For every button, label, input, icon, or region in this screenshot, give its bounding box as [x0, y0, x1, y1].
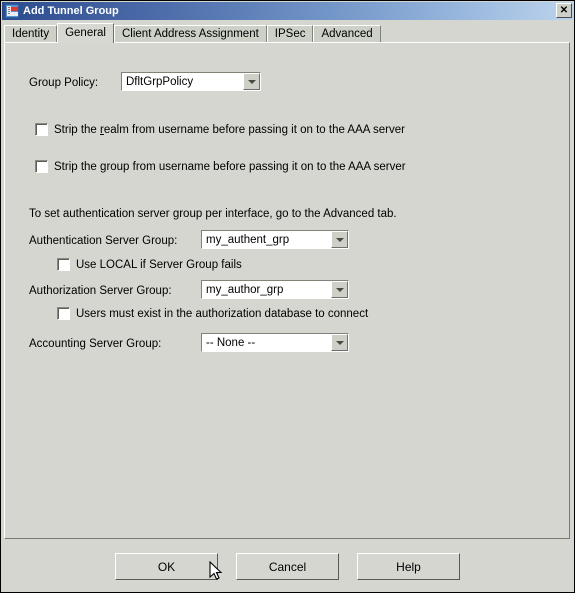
- authorization-server-group-dropdown[interactable]: my_author_grp: [201, 280, 349, 299]
- checkbox-box[interactable]: [57, 307, 70, 320]
- title-bar: Add Tunnel Group ✕: [2, 2, 574, 20]
- checkbox-box[interactable]: [35, 160, 48, 173]
- authorization-server-group-value: my_author_grp: [206, 283, 284, 296]
- authentication-server-group-dropdown[interactable]: my_authent_grp: [201, 230, 349, 249]
- chevron-down-icon[interactable]: [331, 231, 348, 248]
- advanced-tab-note: To set authentication server group per i…: [29, 208, 397, 220]
- strip-realm-checkbox[interactable]: Strip the realm from username before pas…: [35, 123, 405, 136]
- authentication-server-group-value: my_authent_grp: [206, 233, 290, 246]
- strip-group-label: Strip the group from username before pas…: [54, 161, 406, 173]
- checkbox-box[interactable]: [35, 123, 48, 136]
- authentication-server-group-label: Authentication Server Group:: [29, 235, 178, 247]
- strip-realm-label: Strip the realm from username before pas…: [54, 124, 405, 136]
- strip-group-label-pre: Strip the: [54, 160, 101, 173]
- strip-group-checkbox[interactable]: Strip the group from username before pas…: [35, 160, 406, 173]
- users-must-exist-label: Users must exist in the authorization da…: [76, 307, 369, 320]
- accounting-server-group-dropdown[interactable]: -- None --: [201, 333, 349, 352]
- checkbox-box[interactable]: [57, 258, 70, 271]
- chevron-down-icon[interactable]: [243, 73, 260, 90]
- use-local-checkbox[interactable]: Use LOCAL if Server Group fails: [57, 258, 242, 271]
- chevron-down-icon[interactable]: [331, 334, 348, 351]
- tab-bar: Identity General Client Address Assignme…: [4, 23, 570, 43]
- tunnel-group-icon: [5, 4, 19, 18]
- tab-client-address-assignment[interactable]: Client Address Assignment: [114, 25, 267, 43]
- tab-ipsec[interactable]: IPSec: [266, 25, 314, 43]
- tab-identity[interactable]: Identity: [4, 25, 58, 43]
- group-policy-dropdown[interactable]: DfltGrpPolicy: [121, 72, 261, 91]
- chevron-down-icon[interactable]: [331, 281, 348, 298]
- close-icon[interactable]: ✕: [556, 3, 572, 18]
- window-title: Add Tunnel Group: [23, 5, 119, 17]
- help-button[interactable]: Help: [357, 553, 460, 580]
- use-local-label: Use LOCAL if Server Group fails: [76, 258, 242, 271]
- strip-realm-label-post: ealm from username before passing it on …: [103, 123, 405, 136]
- ok-button[interactable]: OK: [115, 553, 218, 580]
- tab-general[interactable]: General: [57, 23, 114, 43]
- dialog-button-bar: OK Cancel Help: [1, 546, 574, 592]
- group-policy-label: Group Policy:: [29, 77, 99, 89]
- cancel-button[interactable]: Cancel: [236, 553, 339, 580]
- authorization-server-group-label: Authorization Server Group:: [29, 285, 172, 297]
- group-policy-value: DfltGrpPolicy: [126, 75, 194, 88]
- users-must-exist-checkbox[interactable]: Users must exist in the authorization da…: [57, 307, 368, 320]
- strip-group-label-post: roup from username before passing it on …: [106, 160, 406, 173]
- general-tab-panel: Group Policy: DfltGrpPolicy Strip the re…: [4, 42, 570, 539]
- add-tunnel-group-dialog: Add Tunnel Group ✕ Identity General Clie…: [0, 0, 575, 593]
- accounting-server-group-label: Accounting Server Group:: [29, 338, 162, 350]
- accounting-server-group-value: -- None --: [206, 336, 256, 349]
- strip-realm-label-pre: Strip the: [54, 123, 101, 136]
- tab-advanced[interactable]: Advanced: [313, 25, 381, 43]
